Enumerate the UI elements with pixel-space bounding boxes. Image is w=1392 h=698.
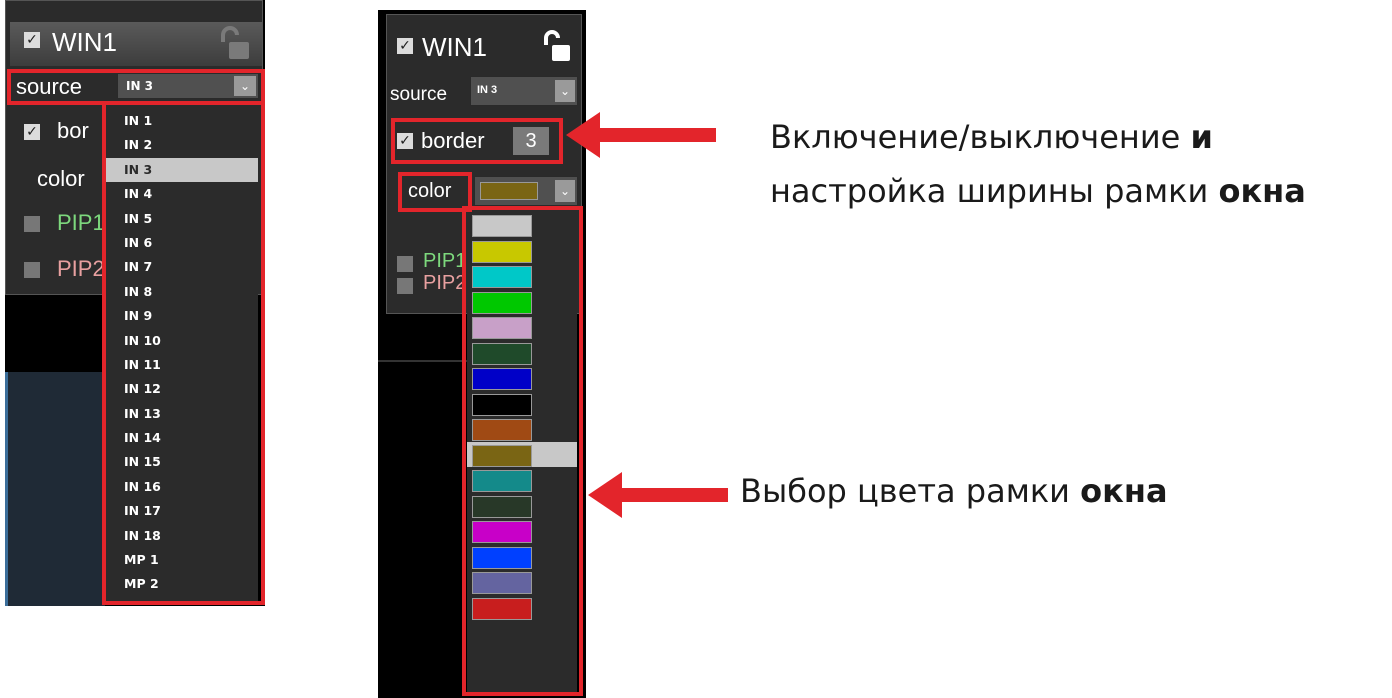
left-panel-bottom-strip [5, 372, 105, 606]
color-annotation: Выбор цвета рамки окна [740, 472, 1168, 510]
right-window-title: WIN1 [422, 32, 487, 62]
lock-icon[interactable] [540, 28, 576, 64]
left-source-highlight [7, 69, 265, 105]
chevron-down-icon[interactable]: ⌄ [555, 80, 575, 102]
border-annotation-line1: Включение/выключение и [770, 118, 1213, 156]
left-pip2-label: PIP2 [57, 256, 105, 281]
left-color-label: color [37, 166, 85, 191]
right-color-select[interactable]: ⌄ [474, 176, 578, 206]
border-annotation-text: Включение/выключение [770, 118, 1191, 156]
right-pip1-checkbox[interactable] [397, 256, 413, 272]
right-panel-divider [378, 360, 468, 362]
right-source-label: source [390, 84, 448, 105]
right-pip2-checkbox[interactable] [397, 278, 413, 294]
left-window-checkbox[interactable]: ✓ [24, 32, 40, 48]
border-annotation-emphasis: и [1190, 118, 1213, 156]
color-annotation-text: Выбор цвета рамки [740, 472, 1081, 510]
right-border-highlight [391, 118, 563, 164]
arrow-left-icon [566, 112, 716, 158]
right-source-select[interactable]: IN 3 ⌄ [470, 76, 578, 106]
border-annotation-line2: настройка ширины рамки окна [770, 172, 1306, 210]
left-border-checkbox[interactable]: ✓ [24, 124, 40, 140]
right-pip2-label: PIP2 [423, 272, 467, 294]
left-highlight-connector [7, 101, 106, 105]
border-annotation-text: настройка ширины рамки [770, 172, 1219, 210]
left-window-header: ✓ WIN1 [10, 22, 262, 66]
right-source-value: IN 3 [477, 84, 498, 96]
left-pip1-checkbox[interactable] [24, 216, 40, 232]
left-border-label: bor [57, 118, 89, 143]
left-pip1-label: PIP1 [57, 210, 105, 235]
arrow-left-icon [588, 472, 728, 518]
chevron-down-icon[interactable]: ⌄ [555, 180, 575, 202]
border-annotation-emphasis: окна [1218, 172, 1306, 210]
left-pip2-checkbox[interactable] [24, 262, 40, 278]
right-list-highlight [462, 206, 583, 696]
right-window-checkbox[interactable]: ✓ [397, 38, 413, 54]
right-color-highlight [398, 172, 472, 212]
right-pip1-label: PIP1 [423, 250, 467, 272]
right-color-value-swatch [480, 182, 538, 200]
color-annotation-emphasis: окна [1080, 472, 1168, 510]
left-list-highlight [102, 101, 265, 605]
left-window-title: WIN1 [52, 27, 117, 57]
lock-icon[interactable] [214, 24, 254, 62]
